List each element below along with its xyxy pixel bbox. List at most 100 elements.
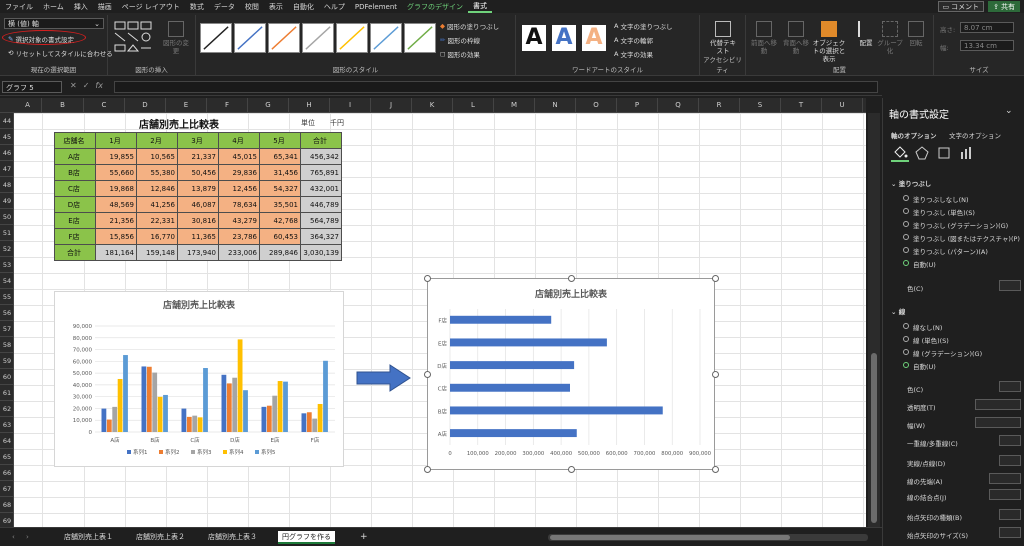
- column-header[interactable]: C: [84, 98, 125, 113]
- wordart-style-black[interactable]: A: [522, 25, 546, 51]
- resize-handle-t[interactable]: [568, 275, 575, 282]
- shape-style-5[interactable]: [336, 23, 368, 53]
- header-cell[interactable]: 店舗名: [54, 132, 96, 149]
- menu-review[interactable]: 校閲: [240, 2, 264, 12]
- row-header[interactable]: 58: [0, 337, 14, 353]
- radio-button[interactable]: [903, 195, 909, 201]
- cap-type-select[interactable]: [989, 473, 1021, 484]
- header-cell[interactable]: 2月: [136, 132, 178, 149]
- table-cell[interactable]: 3,030,139: [300, 244, 342, 261]
- shape-outline-button[interactable]: ✏ 図形の枠線: [440, 35, 480, 45]
- row-header[interactable]: 66: [0, 465, 14, 481]
- radio-button[interactable]: [903, 208, 909, 214]
- table-cell[interactable]: 16,770: [136, 228, 178, 245]
- menu-pdfelement[interactable]: PDFelement: [350, 3, 402, 11]
- row-header[interactable]: 61: [0, 385, 14, 401]
- table-cell[interactable]: 446,789: [300, 196, 342, 213]
- resize-handle-r[interactable]: [712, 371, 719, 378]
- table-cell[interactable]: E店: [54, 212, 96, 229]
- transparency-input[interactable]: [975, 399, 1021, 410]
- table-cell[interactable]: 23,786: [218, 228, 260, 245]
- table-cell[interactable]: 45,015: [218, 148, 260, 165]
- add-sheet-button[interactable]: +: [356, 531, 372, 544]
- chart-element-select[interactable]: 横 (値) 軸 ⌄: [4, 18, 104, 29]
- cancel-icon[interactable]: ✕: [70, 81, 77, 90]
- menu-format[interactable]: 書式: [468, 1, 493, 13]
- resize-handle-br[interactable]: [712, 466, 719, 473]
- table-cell[interactable]: 31,456: [259, 164, 301, 181]
- worksheet[interactable]: 店舗別売上比較表 単位 千円 店舗名 1月 2月 3月 4月 5月 合計 A店 19,855 10…: [14, 113, 866, 527]
- table-cell[interactable]: 10,565: [136, 148, 178, 165]
- row-header[interactable]: 47: [0, 161, 14, 177]
- vertical-scrollbar[interactable]: [868, 113, 880, 527]
- resize-handle-tr[interactable]: [712, 275, 719, 282]
- column-header[interactable]: U: [822, 98, 863, 113]
- row-header[interactable]: 48: [0, 177, 14, 193]
- column-header[interactable]: S: [740, 98, 781, 113]
- table-cell[interactable]: 78,634: [218, 196, 260, 213]
- fill-color-picker[interactable]: [999, 280, 1021, 291]
- column-header[interactable]: N: [535, 98, 576, 113]
- horizontal-scrollbar[interactable]: [548, 534, 868, 541]
- fill-line-tab-icon[interactable]: [891, 144, 909, 162]
- wordart-style-orange[interactable]: A: [582, 25, 606, 51]
- name-box[interactable]: グラフ 5: [2, 81, 62, 93]
- menu-chart-design[interactable]: グラフのデザイン: [402, 2, 468, 12]
- bar-chart-selected[interactable]: 店舗別売上比較表 0 100,000 200,000 300,000 400,000 50…: [427, 278, 715, 470]
- wordart-style-blue[interactable]: A: [552, 25, 576, 51]
- row-header[interactable]: 44: [0, 113, 14, 129]
- shape-style-6[interactable]: [370, 23, 402, 53]
- table-cell[interactable]: 765,891: [300, 164, 342, 181]
- table-cell[interactable]: F店: [54, 228, 96, 245]
- row-header[interactable]: 68: [0, 497, 14, 513]
- row-header[interactable]: 67: [0, 481, 14, 497]
- tab-axis-options[interactable]: 軸のオプション: [891, 130, 937, 140]
- column-header[interactable]: G: [248, 98, 289, 113]
- header-cell[interactable]: 5月: [259, 132, 301, 149]
- table-cell[interactable]: 15,856: [95, 228, 137, 245]
- shape-style-2[interactable]: [234, 23, 266, 53]
- pane-options-icon[interactable]: ⌄: [1005, 106, 1013, 116]
- header-cell[interactable]: 合計: [300, 132, 342, 149]
- table-cell[interactable]: 55,380: [136, 164, 178, 181]
- column-header[interactable]: K: [412, 98, 453, 113]
- alt-text-button[interactable]: 代替テキスト: [707, 21, 739, 55]
- height-input[interactable]: 8.07 cm: [960, 22, 1014, 33]
- scroll-right-icon[interactable]: ›: [22, 531, 33, 544]
- shape-style-1[interactable]: [200, 23, 232, 53]
- row-header[interactable]: 45: [0, 129, 14, 145]
- table-cell[interactable]: 合計: [54, 244, 96, 261]
- menu-formulas[interactable]: 数式: [185, 2, 209, 12]
- shape-fill-button[interactable]: ◆ 図形の塗りつぶし: [440, 21, 499, 31]
- table-cell[interactable]: 54,327: [259, 180, 301, 197]
- column-chart[interactable]: 店舗別売上比較表 0 10,000 20,000 30,000 40,000 50,000…: [54, 291, 344, 467]
- shape-style-3[interactable]: [268, 23, 300, 53]
- row-header[interactable]: 60: [0, 369, 14, 385]
- size-tab-icon[interactable]: [937, 146, 951, 162]
- menu-data[interactable]: データ: [209, 2, 240, 12]
- resize-handle-tl[interactable]: [424, 275, 431, 282]
- column-header[interactable]: F: [207, 98, 248, 113]
- radio-button[interactable]: [903, 260, 909, 266]
- column-header[interactable]: R: [699, 98, 740, 113]
- row-header[interactable]: 56: [0, 305, 14, 321]
- column-header[interactable]: M: [494, 98, 535, 113]
- reset-style-button[interactable]: ⟲ リセットしてスタイルに合わせる: [8, 48, 113, 58]
- table-cell[interactable]: 159,148: [136, 244, 178, 261]
- comment-button[interactable]: ▭ コメント: [937, 1, 985, 12]
- row-header[interactable]: 49: [0, 193, 14, 209]
- row-header[interactable]: 51: [0, 225, 14, 241]
- row-header[interactable]: 62: [0, 401, 14, 417]
- header-cell[interactable]: 4月: [218, 132, 260, 149]
- header-cell[interactable]: 1月: [95, 132, 137, 149]
- column-header[interactable]: J: [371, 98, 412, 113]
- radio-button[interactable]: [903, 234, 909, 240]
- radio-button[interactable]: [903, 247, 909, 253]
- table-cell[interactable]: 13,879: [177, 180, 219, 197]
- column-header[interactable]: L: [453, 98, 494, 113]
- rotate-button[interactable]: 回転: [900, 21, 932, 47]
- table-cell[interactable]: 233,006: [218, 244, 260, 261]
- resize-handle-bl[interactable]: [424, 466, 431, 473]
- menu-help[interactable]: ヘルプ: [319, 2, 350, 12]
- text-effects-button[interactable]: A 文字の効果: [614, 49, 653, 59]
